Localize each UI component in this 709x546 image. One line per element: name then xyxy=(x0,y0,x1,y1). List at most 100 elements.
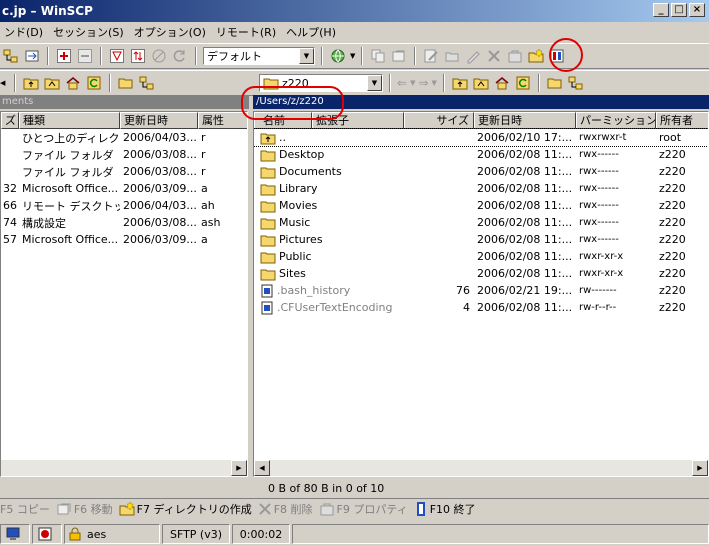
f8-delete-button[interactable]: F8 削除 xyxy=(258,501,319,517)
open-folder-icon[interactable] xyxy=(117,74,135,92)
delete-icon[interactable] xyxy=(485,47,503,65)
root-dir-icon[interactable] xyxy=(472,74,490,92)
local-hscrollbar[interactable]: ▶ xyxy=(1,460,247,476)
menu-session[interactable]: セッション(S) xyxy=(49,24,130,40)
col-size[interactable]: ズ xyxy=(1,112,19,129)
preferences-icon[interactable] xyxy=(548,47,566,65)
table-row[interactable]: .. 2006/02/10 17:... rwxrwxr-t root xyxy=(254,128,708,147)
table-row[interactable]: Public 2006/02/08 11:... rwxr-xr-x z220 xyxy=(254,248,708,265)
minus-icon[interactable] xyxy=(76,47,94,65)
chevron-down-icon[interactable]: ▼ xyxy=(367,75,382,91)
cell-date: 2006/04/03... xyxy=(123,131,197,144)
col-attr[interactable]: 属性 xyxy=(198,112,247,129)
table-row[interactable]: Music 2006/02/08 11:... rwx------ z220 xyxy=(254,214,708,231)
table-row[interactable]: Pictures 2006/02/08 11:... rwx------ z220 xyxy=(254,231,708,248)
file-name: Pictures xyxy=(279,232,323,246)
scroll-right-icon[interactable]: ▶ xyxy=(231,460,247,476)
f7-mkdir-button[interactable]: F7 ディレクトリの作成 xyxy=(119,501,258,517)
table-row[interactable]: Documents 2006/02/08 11:... rwx------ z220 xyxy=(254,163,708,180)
cell-type: ファイル フォルダ xyxy=(22,148,114,162)
col-name[interactable]: 名前 xyxy=(254,112,312,129)
close-button[interactable]: × xyxy=(689,3,705,17)
menu-command[interactable]: ンド(D) xyxy=(0,24,49,40)
f6-move-button[interactable]: F6 移動 xyxy=(56,501,119,517)
table-row[interactable]: 74 構成設定 2006/03/08... ash xyxy=(1,214,247,231)
scroll-right-icon[interactable]: ▶ xyxy=(692,460,708,476)
file-icon xyxy=(257,284,274,298)
local-file-panel[interactable]: ズ 種類 更新日時 属性 ひとつ上のディレク... 2006/04/03... r フ… xyxy=(0,111,248,477)
menu-options[interactable]: オプション(O) xyxy=(130,24,212,40)
table-row[interactable]: Desktop 2006/02/08 11:... rwx------ z220 xyxy=(254,146,708,163)
menu-bar: ンド(D) セッション(S) オプション(O) リモート(R) ヘルプ(H) xyxy=(0,22,709,42)
f9-properties-button[interactable]: F9 プロパティ xyxy=(319,501,414,517)
profile-select[interactable]: デフォルト ▼ xyxy=(203,47,315,65)
chevron-down-icon[interactable]: ▼ xyxy=(410,79,415,87)
f5-copy-button[interactable]: F5 コピー xyxy=(0,501,56,517)
col-type[interactable]: 種類 xyxy=(19,112,120,129)
table-row[interactable]: Sites 2006/02/08 11:... rwxr-xr-x z220 xyxy=(254,265,708,282)
back-icon[interactable]: ◀ xyxy=(0,79,8,87)
col-size[interactable]: サイズ xyxy=(404,112,474,129)
chevron-down-icon[interactable]: ▼ xyxy=(299,48,314,64)
col-owner[interactable]: 所有者 xyxy=(656,112,708,129)
globe-icon[interactable] xyxy=(329,47,347,65)
home-icon[interactable] xyxy=(64,74,82,92)
open-icon[interactable] xyxy=(443,47,461,65)
parent-dir-icon[interactable] xyxy=(22,74,40,92)
tree-icon[interactable] xyxy=(138,74,156,92)
cell-date: 2006/02/08 11:... xyxy=(477,199,573,212)
open-folder-icon[interactable] xyxy=(546,74,564,92)
menu-help[interactable]: ヘルプ(H) xyxy=(282,24,342,40)
table-row[interactable]: ファイル フォルダ 2006/03/08... r xyxy=(1,163,247,180)
table-row[interactable]: Library 2006/02/08 11:... rwx------ z220 xyxy=(254,180,708,197)
copy-icon[interactable] xyxy=(369,47,387,65)
menu-remote[interactable]: リモート(R) xyxy=(212,24,282,40)
edit-icon[interactable] xyxy=(422,47,440,65)
root-dir-icon[interactable] xyxy=(43,74,61,92)
properties-icon[interactable] xyxy=(506,47,524,65)
move-icon[interactable] xyxy=(390,47,408,65)
new-folder-icon[interactable] xyxy=(527,47,545,65)
maximize-button[interactable]: □ xyxy=(671,3,687,17)
stop-icon[interactable] xyxy=(150,47,168,65)
table-row[interactable]: 32 Microsoft Office... 2006/03/09... a xyxy=(1,180,247,197)
chevron-down-icon[interactable]: ▼ xyxy=(350,52,355,60)
file-name: .CFUserTextEncoding xyxy=(277,300,393,314)
table-row[interactable]: Movies 2006/02/08 11:... rwx------ z220 xyxy=(254,197,708,214)
sync-icon[interactable] xyxy=(23,47,41,65)
refresh-icon[interactable] xyxy=(171,47,189,65)
parent-dir-icon[interactable] xyxy=(451,74,469,92)
tree-icon[interactable] xyxy=(567,74,585,92)
home-icon[interactable] xyxy=(493,74,511,92)
table-row[interactable]: .CFUserTextEncoding 4 2006/02/08 11:... rw-… xyxy=(254,299,708,316)
chevron-down-icon[interactable]: ▼ xyxy=(432,79,437,87)
status-cell-log[interactable] xyxy=(32,524,62,544)
add-icon[interactable] xyxy=(55,47,73,65)
col-date[interactable]: 更新日時 xyxy=(120,112,198,129)
col-ext[interactable]: 拡張子 xyxy=(312,112,404,129)
back-arrow-icon[interactable]: ⇐ xyxy=(397,76,407,90)
main-toolbar: デフォルト ▼ ▼ xyxy=(0,43,709,69)
col-permissions[interactable]: パーミッション xyxy=(576,112,656,129)
remote-path-bar: /Users/z/z220 xyxy=(253,95,709,109)
filter-icon[interactable] xyxy=(108,47,126,65)
compare-icon[interactable] xyxy=(129,47,147,65)
forward-arrow-icon[interactable]: ⇒ xyxy=(418,76,428,90)
table-row[interactable]: ファイル フォルダ 2006/03/08... r xyxy=(1,146,247,163)
remote-path-select[interactable]: z220 ▼ xyxy=(259,74,383,92)
minimize-button[interactable]: _ xyxy=(653,3,669,17)
status-cell-queue[interactable] xyxy=(0,524,30,544)
rename-icon[interactable] xyxy=(464,47,482,65)
table-row[interactable]: ひとつ上のディレク... 2006/04/03... r xyxy=(1,129,247,146)
table-row[interactable]: .bash_history 76 2006/02/21 19:... rw------… xyxy=(254,282,708,299)
scroll-left-icon[interactable]: ◀ xyxy=(254,460,270,476)
remote-hscrollbar[interactable]: ◀ ▶ xyxy=(254,460,708,476)
col-date[interactable]: 更新日時 xyxy=(474,112,576,129)
refresh-icon[interactable] xyxy=(85,74,103,92)
table-row[interactable]: 57 Microsoft Office... 2006/03/09... a xyxy=(1,231,247,248)
local-tree-icon[interactable] xyxy=(2,47,20,65)
table-row[interactable]: 66 リモート デスクトッ...2006/04/03... ah xyxy=(1,197,247,214)
f10-quit-button[interactable]: F10 終了 xyxy=(414,501,482,517)
refresh-icon[interactable] xyxy=(514,74,532,92)
remote-file-panel[interactable]: 名前 拡張子 サイズ 更新日時 パーミッション 所有者 .. 2006/02/10… xyxy=(253,111,709,477)
